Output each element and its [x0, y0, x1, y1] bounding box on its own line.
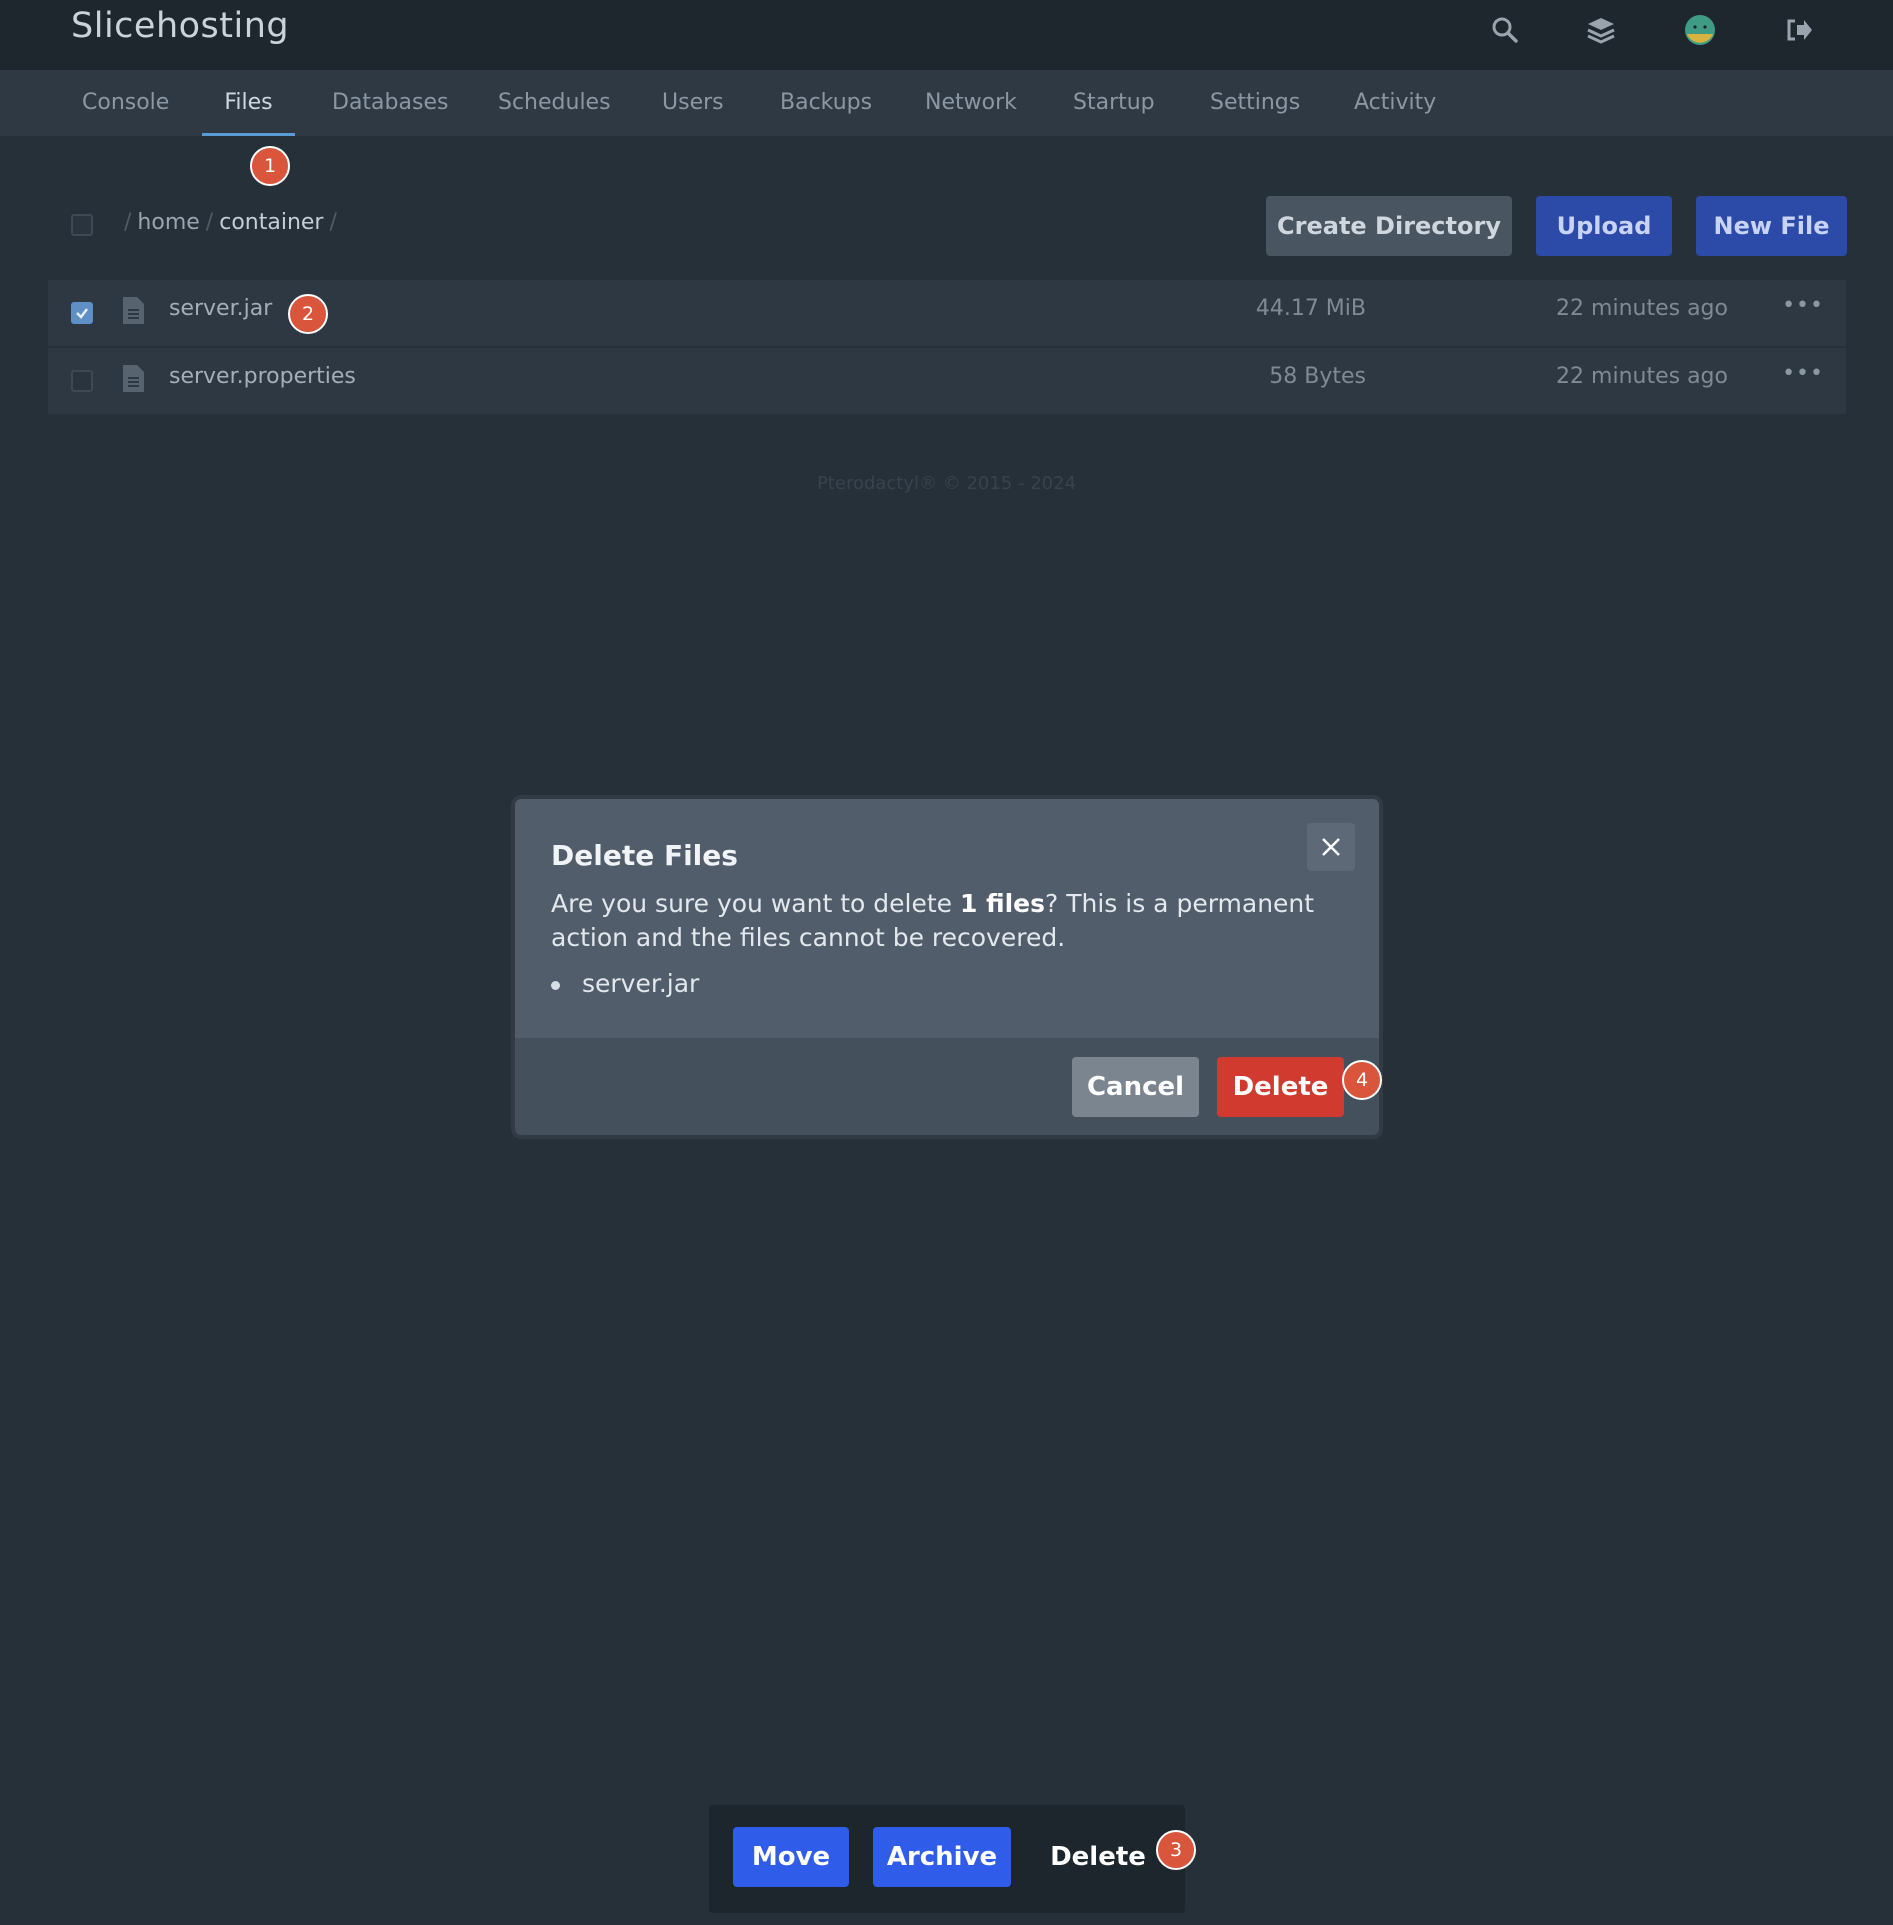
tab-databases[interactable]: Databases: [332, 70, 448, 136]
step-marker-4: 4: [1342, 1060, 1382, 1100]
file-size: 58 Bytes: [1269, 364, 1366, 389]
tab-activity[interactable]: Activity: [1354, 70, 1436, 136]
tab-users[interactable]: Users: [662, 70, 724, 136]
footer-copyright: Pterodactyl® © 2015 - 2024: [816, 473, 1077, 494]
logout-icon[interactable]: [1779, 10, 1819, 50]
tab-settings[interactable]: Settings: [1210, 70, 1300, 136]
delete-files-modal: Delete Files Are you sure you want to de…: [515, 799, 1379, 1135]
file-checkbox[interactable]: [71, 370, 93, 392]
mass-action-bar: Move Archive Delete: [709, 1805, 1185, 1913]
layers-icon[interactable]: [1581, 10, 1621, 50]
message-pre: Are you sure you want to delete: [551, 889, 960, 918]
create-directory-button[interactable]: Create Directory: [1266, 196, 1512, 256]
modal-file-list: server.jar: [551, 969, 699, 998]
step-marker-1: 1: [250, 146, 290, 186]
breadcrumb-separator: /: [329, 210, 337, 235]
breadcrumb-home[interactable]: home: [137, 210, 199, 235]
more-options-icon[interactable]: •••: [1782, 293, 1824, 318]
tab-console[interactable]: Console: [82, 70, 169, 136]
check-icon: [76, 308, 88, 319]
select-all-checkbox[interactable]: [71, 214, 93, 236]
cancel-button[interactable]: Cancel: [1072, 1057, 1199, 1117]
bullet: [551, 980, 560, 990]
avatar[interactable]: [1680, 10, 1720, 50]
list-item: server.jar: [582, 969, 700, 998]
app-title[interactable]: Slicehosting: [71, 6, 289, 46]
file-icon: [123, 297, 144, 324]
delete-button[interactable]: Delete: [1039, 1827, 1157, 1887]
confirm-delete-button[interactable]: Delete: [1217, 1057, 1344, 1117]
breadcrumb-container: container: [219, 210, 324, 235]
file-name[interactable]: server.properties: [169, 364, 356, 389]
breadcrumb-separator: /: [205, 210, 214, 235]
step-marker-2: 2: [288, 294, 328, 334]
close-button[interactable]: [1307, 823, 1355, 871]
archive-button[interactable]: Archive: [873, 1827, 1011, 1887]
server-nav: Console Files Databases Schedules Users …: [0, 70, 1893, 136]
upload-button[interactable]: Upload: [1536, 196, 1672, 256]
more-options-icon[interactable]: •••: [1782, 361, 1824, 386]
file-modified: 22 minutes ago: [1556, 296, 1728, 321]
move-button[interactable]: Move: [733, 1827, 849, 1887]
message-count: 1 files: [959, 889, 1046, 918]
file-modified: 22 minutes ago: [1556, 364, 1728, 389]
search-icon[interactable]: [1485, 10, 1525, 50]
file-checkbox[interactable]: [71, 302, 93, 324]
modal-title: Delete Files: [551, 839, 738, 872]
tab-files[interactable]: Files: [202, 70, 295, 136]
tab-startup[interactable]: Startup: [1073, 70, 1155, 136]
breadcrumb-separator: /: [124, 210, 132, 235]
top-bar: Slicehosting: [0, 0, 1893, 70]
file-icon: [123, 365, 144, 392]
tab-network[interactable]: Network: [925, 70, 1017, 136]
close-icon: [1322, 838, 1340, 856]
tab-schedules[interactable]: Schedules: [498, 70, 611, 136]
file-name[interactable]: server.jar: [169, 296, 272, 321]
file-row[interactable]: server.properties 58 Bytes 22 minutes ag…: [48, 348, 1846, 414]
step-marker-3: 3: [1156, 1830, 1196, 1870]
modal-message: Are you sure you want to delete 1 files?…: [551, 887, 1351, 955]
tab-backups[interactable]: Backups: [780, 70, 872, 136]
breadcrumb: / home / container /: [118, 210, 343, 235]
file-size: 44.17 MiB: [1255, 296, 1366, 321]
new-file-button[interactable]: New File: [1696, 196, 1847, 256]
modal-body: Delete Files Are you sure you want to de…: [515, 799, 1379, 1038]
